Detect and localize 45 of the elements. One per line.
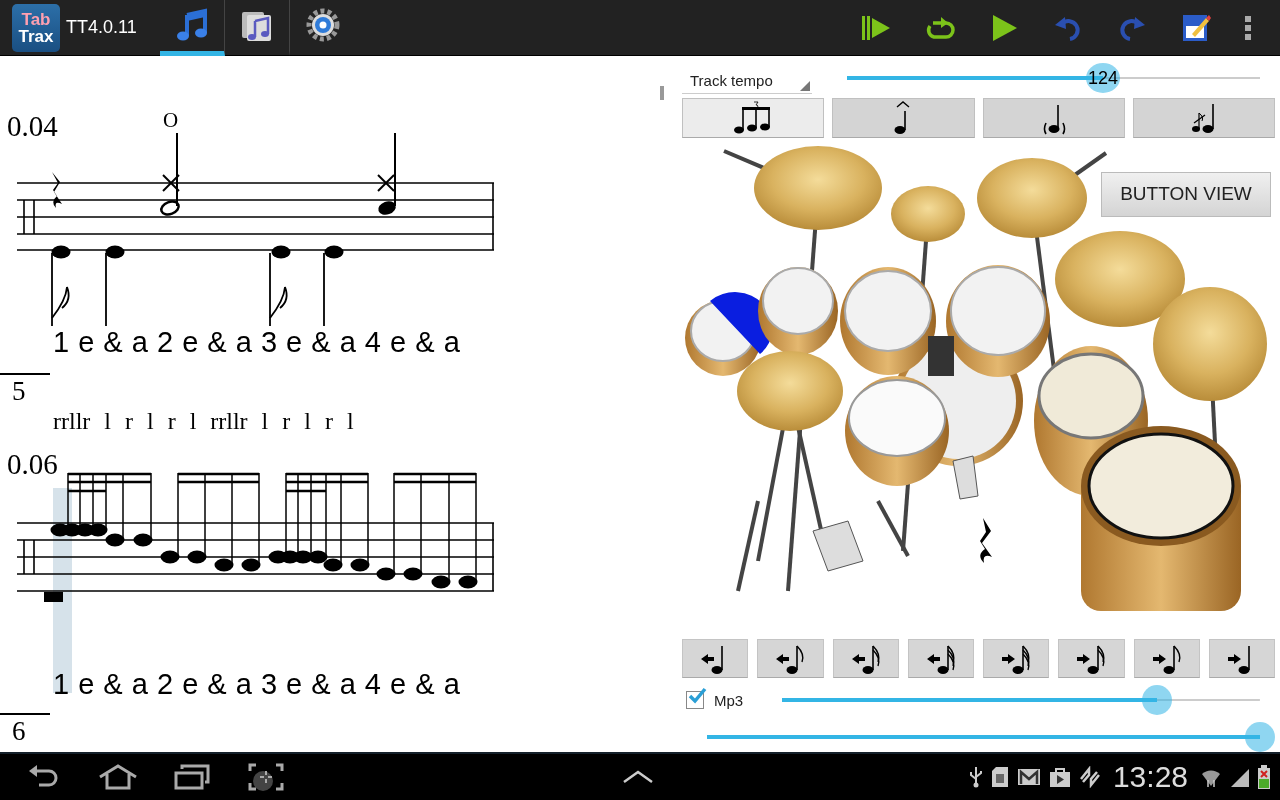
note-type-button[interactable] (1132, 97, 1275, 138)
nudge-note-button[interactable] (1058, 639, 1125, 679)
tab[interactable] (160, 0, 225, 56)
mail-icon (1016, 768, 1041, 786)
time-label: 0.04 (7, 110, 58, 143)
nudge-note-button[interactable] (682, 639, 749, 679)
button-view-button[interactable]: BUTTON VIEW (1101, 171, 1271, 217)
measure-number: 6 (12, 716, 26, 747)
app-title: TT4.0.11 (66, 17, 138, 38)
nudge-note-button[interactable] (983, 639, 1050, 679)
home-icon (98, 764, 138, 790)
slider-thumb[interactable]: 124 (1086, 62, 1121, 93)
counting-text: 1 e & a 2 e & a 3 e & a 4 e & a (53, 326, 460, 359)
sticking-text: rrllr l r l r l rrllr l r l r l (53, 408, 354, 435)
nudge-note-button[interactable] (1133, 639, 1200, 679)
store-bag-icon (1048, 766, 1071, 788)
tempo-dropdown[interactable]: Track tempo (682, 61, 812, 94)
overflow-menu-icon (1243, 13, 1253, 42)
logo-text: Tab (21, 10, 51, 28)
open-hihat-mark: O (163, 108, 179, 133)
music-note-icon (174, 7, 210, 43)
sync-icon (1078, 766, 1101, 788)
note-type-button[interactable] (682, 97, 825, 138)
slider-thumb[interactable] (1142, 685, 1173, 716)
sd-card-icon (990, 766, 1009, 788)
recent-apps-icon (174, 764, 210, 790)
nudge-note-button[interactable] (832, 639, 899, 679)
nudge-note-button[interactable] (1208, 639, 1275, 679)
clock-time: 13:28 (1112, 760, 1188, 794)
measure-number: 5 (12, 376, 26, 407)
dropdown-corner-icon (800, 80, 810, 91)
mp3-checkbox[interactable]: Mp3 (686, 691, 744, 710)
counting-text: 1 e & a 2 e & a 3 e & a 4 e & a (53, 668, 460, 701)
note-type-button[interactable] (982, 97, 1125, 138)
settings-icon (304, 7, 341, 43)
nudge-note-button[interactable] (907, 639, 974, 679)
slider-thumb[interactable] (1245, 722, 1275, 752)
logo-text: Trax (18, 27, 54, 45)
time-label: 0.06 (7, 448, 58, 481)
note-type-button[interactable] (832, 97, 975, 138)
usb-icon (968, 766, 983, 788)
screenshot-icon (248, 763, 284, 791)
battery-icon (1258, 765, 1270, 789)
chevron-up-icon (622, 770, 654, 784)
nudge-note-button[interactable] (757, 639, 824, 679)
